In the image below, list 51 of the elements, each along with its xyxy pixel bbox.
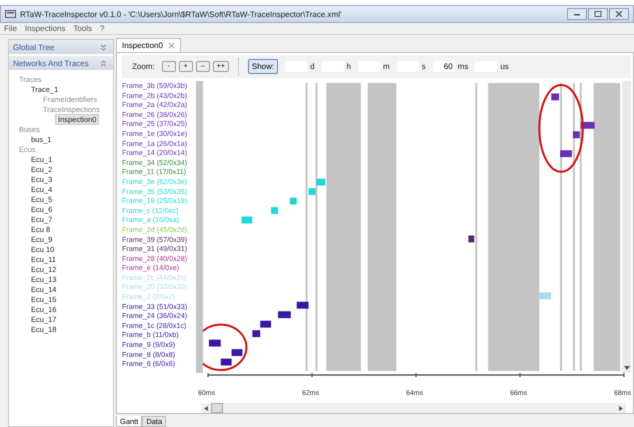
gantt-bar [232, 349, 242, 356]
time-field[interactable]: 60 [432, 61, 455, 72]
gantt-bar [270, 207, 278, 214]
unit-label: h [346, 62, 351, 71]
scroll-right-icon[interactable] [619, 406, 623, 410]
unit-label: m [383, 62, 390, 71]
app-icon [5, 10, 16, 18]
gantt-bar [572, 131, 580, 138]
show-button[interactable]: Show: [248, 59, 278, 74]
close-icon [615, 11, 623, 17]
gantt-bar [260, 320, 271, 328]
gantt-bar [290, 198, 297, 204]
horizontal-scrollbar[interactable] [201, 403, 626, 413]
maximize-button[interactable] [588, 8, 608, 20]
gantt-bar [252, 330, 260, 338]
panel-header[interactable]: Networks And Traces [9, 56, 113, 70]
gantt-bar [296, 302, 308, 309]
panel-header[interactable]: Global Tree [9, 40, 113, 54]
chevron-icon [100, 44, 107, 50]
scroll-left-icon[interactable] [204, 406, 208, 410]
gantt-bar [241, 216, 252, 224]
unit-label: d [310, 62, 315, 71]
tab[interactable]: Inspection0 [116, 38, 181, 52]
close-button[interactable] [609, 8, 629, 20]
minimize-icon [573, 11, 581, 17]
gantt-bar [208, 340, 221, 347]
gantt-bar [560, 150, 572, 158]
vertical-scrollbar[interactable] [622, 81, 631, 373]
maximize-icon [594, 11, 602, 17]
scroll-thumb[interactable] [211, 403, 223, 413]
gantt-bar [220, 358, 232, 366]
gantt-bar [551, 93, 559, 100]
gantt-bar [308, 188, 316, 196]
menu-item[interactable]: File [4, 24, 17, 33]
unit-label: s [422, 62, 426, 71]
close-icon[interactable] [168, 42, 175, 49]
menu-item[interactable]: Inspections [24, 24, 66, 33]
panel-title: Networks And Traces [13, 58, 89, 68]
unit-label: ms [458, 62, 468, 71]
gantt-bar [278, 311, 291, 318]
gantt-bar [539, 292, 552, 300]
window-title: RTaW-TraceInspector v0.1.0 - 'C:\Users\Jorn\$RTaW\Soft\RTaW-TraceInspector\Trace.xml' [20, 10, 343, 18]
chevron-icon [100, 60, 107, 66]
minimize-button[interactable] [567, 8, 587, 20]
unit-label: us [500, 62, 509, 71]
gantt-bar [468, 235, 474, 242]
menu-item[interactable]: Tools [73, 24, 92, 33]
menu-item[interactable]: ? [100, 24, 104, 33]
zoom-label: Zoom: [132, 62, 155, 71]
panel-title: Global Tree [13, 42, 54, 52]
scroll-down-icon[interactable] [624, 366, 630, 370]
